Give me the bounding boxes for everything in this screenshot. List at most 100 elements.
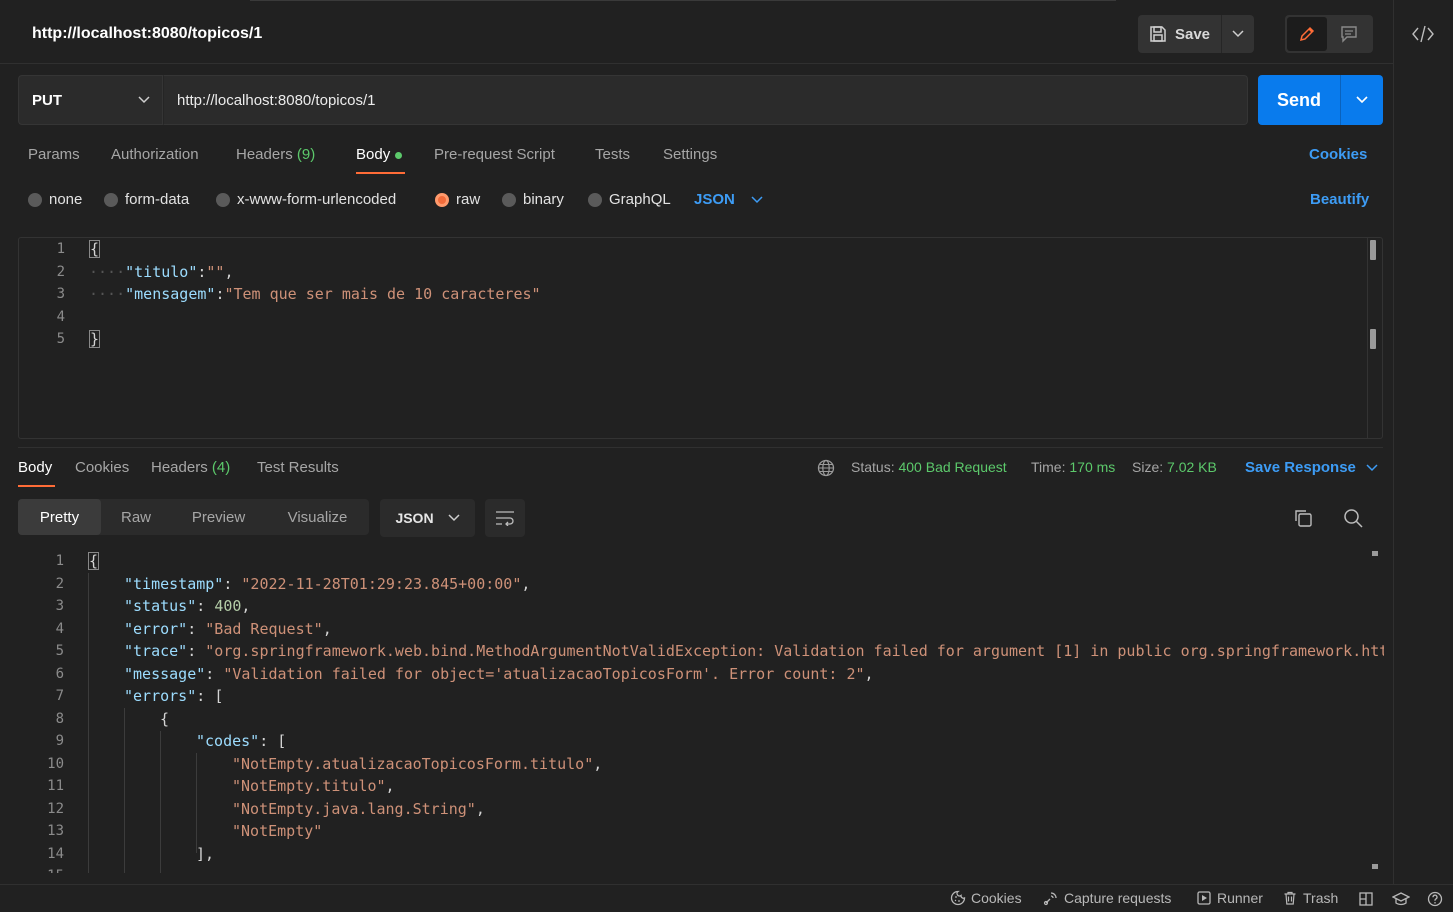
scrollbar-thumb[interactable] bbox=[1370, 240, 1376, 260]
tab-params[interactable]: Params bbox=[28, 146, 80, 163]
chevron-down-icon bbox=[138, 96, 150, 104]
tab-settings[interactable]: Settings bbox=[663, 146, 717, 163]
active-tab-indicator bbox=[18, 485, 55, 487]
pencil-icon bbox=[1299, 26, 1315, 42]
statusbar-runner[interactable]: Runner bbox=[1196, 890, 1263, 906]
radio-graphql[interactable]: GraphQL bbox=[588, 191, 671, 208]
response-language-select[interactable]: JSON bbox=[380, 499, 475, 537]
line-number: 2 bbox=[56, 264, 65, 280]
line-number: 4 bbox=[56, 309, 65, 325]
response-tab-cookies[interactable]: Cookies bbox=[75, 459, 129, 476]
json-value: "Validation failed for object='atualizac… bbox=[223, 665, 865, 683]
response-tab-headers-label: Headers bbox=[151, 459, 208, 476]
globe-icon[interactable] bbox=[817, 459, 835, 477]
statusbar-trash[interactable]: Trash bbox=[1282, 890, 1338, 906]
url-input[interactable]: http://localhost:8080/topicos/1 bbox=[163, 75, 1248, 125]
json-value: "NotEmpty.atualizacaoTopicosForm.titulo" bbox=[232, 755, 594, 773]
json-value: "" bbox=[206, 263, 225, 281]
radio-raw[interactable]: raw bbox=[435, 191, 480, 208]
response-size[interactable]: Size: 7.02 KB bbox=[1132, 459, 1217, 475]
tab-body[interactable]: Body bbox=[356, 146, 403, 163]
response-time[interactable]: Time: 170 ms bbox=[1031, 459, 1115, 475]
statusbar-trash-label: Trash bbox=[1303, 890, 1339, 906]
response-tab-headers[interactable]: Headers (4) bbox=[151, 459, 230, 476]
layout-icon[interactable] bbox=[1358, 891, 1374, 907]
code-snippet-icon[interactable] bbox=[1411, 24, 1435, 44]
line-number: 5 bbox=[55, 643, 64, 659]
tab-pre-request-script[interactable]: Pre-request Script bbox=[434, 146, 555, 163]
statusbar-cookies[interactable]: Cookies bbox=[950, 890, 1022, 906]
code-line: "NotEmpty" bbox=[232, 822, 322, 840]
wrap-lines-icon bbox=[496, 511, 514, 526]
json-value: "org.springframework.web.bind.MethodArgu… bbox=[205, 642, 1384, 660]
save-response-label: Save Response bbox=[1245, 459, 1356, 476]
response-status[interactable]: Status: 400 Bad Request bbox=[851, 459, 1007, 475]
code-line: "NotEmpty.atualizacaoTopicosForm.titulo"… bbox=[232, 755, 603, 773]
pane-divider[interactable] bbox=[18, 447, 1383, 448]
comments-button[interactable] bbox=[1329, 17, 1369, 51]
comment-icon bbox=[1341, 26, 1357, 43]
tab-tests[interactable]: Tests bbox=[595, 146, 630, 163]
graduation-cap-icon[interactable] bbox=[1392, 891, 1410, 907]
radio-binary[interactable]: binary bbox=[502, 191, 564, 208]
view-preview[interactable]: Preview bbox=[171, 499, 266, 535]
code-line: ····"titulo":"", bbox=[89, 263, 234, 281]
cookies-link[interactable]: Cookies bbox=[1309, 146, 1367, 163]
status-value: 400 Bad Request bbox=[898, 459, 1007, 475]
request-body-editor[interactable]: 1 2 3 4 5 { ····"titulo":"", ····"mensag… bbox=[18, 237, 1383, 439]
json-key: "trace" bbox=[124, 642, 188, 660]
json-key: "timestamp" bbox=[124, 575, 224, 593]
cookie-icon bbox=[950, 890, 966, 906]
send-options-button[interactable] bbox=[1341, 75, 1383, 125]
response-body-viewer[interactable]: 1 2 3 4 5 6 7 8 9 10 11 12 13 14 15 { "t… bbox=[18, 548, 1384, 873]
wrap-lines-button[interactable] bbox=[485, 499, 525, 537]
search-icon[interactable] bbox=[1343, 508, 1363, 528]
view-pretty[interactable]: Pretty bbox=[18, 499, 101, 535]
line-number: 13 bbox=[47, 823, 64, 839]
save-button[interactable]: Save bbox=[1138, 15, 1222, 53]
json-key: "errors" bbox=[124, 687, 197, 705]
edit-mode-button[interactable] bbox=[1287, 17, 1327, 51]
response-language-value: JSON bbox=[395, 510, 434, 526]
line-number: 3 bbox=[56, 286, 65, 302]
indent-guide bbox=[160, 731, 161, 873]
method-select[interactable]: PUT bbox=[18, 75, 163, 125]
line-number: 1 bbox=[56, 241, 65, 257]
send-button[interactable]: Send bbox=[1258, 75, 1341, 125]
radio-label: GraphQL bbox=[609, 191, 671, 208]
save-options-button[interactable] bbox=[1222, 15, 1254, 53]
response-view-mode: Pretty Raw Preview Visualize bbox=[18, 499, 369, 535]
radio-none[interactable]: none bbox=[28, 191, 82, 208]
radio-dot bbox=[502, 192, 516, 207]
body-language-select[interactable]: JSON bbox=[694, 191, 763, 208]
response-tab-test-results[interactable]: Test Results bbox=[257, 459, 339, 476]
response-tab-headers-count: (4) bbox=[211, 459, 231, 476]
tab-headers[interactable]: Headers (9) bbox=[236, 146, 315, 163]
help-icon[interactable] bbox=[1427, 891, 1443, 907]
runner-icon bbox=[1197, 891, 1211, 905]
copy-icon[interactable] bbox=[1293, 508, 1313, 528]
radio-dot bbox=[28, 192, 42, 207]
radio-x-www-form-urlencoded[interactable]: x-www-form-urlencoded bbox=[216, 191, 396, 208]
tab-authorization[interactable]: Authorization bbox=[111, 146, 199, 163]
view-raw[interactable]: Raw bbox=[101, 499, 171, 535]
tab-headers-label: Headers bbox=[236, 146, 293, 163]
radio-form-data[interactable]: form-data bbox=[104, 191, 189, 208]
request-title[interactable]: http://localhost:8080/topicos/1 bbox=[32, 25, 262, 43]
json-value: "Bad Request" bbox=[205, 620, 323, 638]
code-line: "NotEmpty.titulo", bbox=[232, 777, 395, 795]
radio-dot bbox=[588, 192, 602, 207]
code-line: "error": "Bad Request", bbox=[124, 620, 332, 638]
view-visualize[interactable]: Visualize bbox=[266, 499, 369, 535]
code-line: "message": "Validation failed for object… bbox=[124, 665, 874, 683]
save-response-button[interactable]: Save Response bbox=[1245, 459, 1378, 476]
statusbar-capture-requests[interactable]: Capture requests bbox=[1043, 890, 1171, 906]
line-number: 7 bbox=[55, 688, 64, 704]
beautify-button[interactable]: Beautify bbox=[1310, 191, 1369, 208]
json-value: [ bbox=[214, 687, 224, 705]
radio-label: none bbox=[49, 191, 83, 208]
response-tab-body[interactable]: Body bbox=[18, 459, 52, 476]
json-value: "Tem que ser mais de 10 caracteres" bbox=[224, 285, 541, 303]
chevron-down-icon bbox=[751, 195, 763, 203]
code-line: "timestamp": "2022-11-28T01:29:23.845+00… bbox=[124, 575, 531, 593]
